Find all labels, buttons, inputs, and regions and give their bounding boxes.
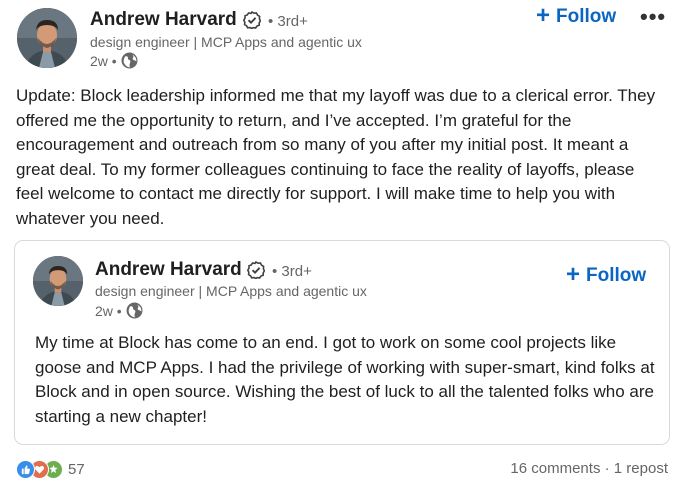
post-meta: 2w • <box>90 52 138 69</box>
reactions-summary[interactable]: 57 <box>16 459 85 479</box>
author-avatar[interactable] <box>17 8 77 68</box>
shared-author-name[interactable]: Andrew Harvard <box>95 259 242 281</box>
follow-label: Follow <box>556 6 617 27</box>
repost-count[interactable]: 1 repost <box>614 460 668 477</box>
feed-post: Andrew Harvard • 3rd+ design engineer | … <box>0 0 686 482</box>
shared-author-headline: design engineer | MCP Apps and agentic u… <box>95 283 367 299</box>
shared-connection-degree: • 3rd+ <box>272 263 312 280</box>
follow-button[interactable]: + Follow <box>536 2 617 29</box>
shared-post-time: 2w • <box>95 302 122 319</box>
globe-icon <box>126 302 143 319</box>
verified-icon <box>243 11 261 29</box>
connection-degree: • 3rd+ <box>268 13 308 30</box>
shared-post-card[interactable]: Andrew Harvard • 3rd+ design engineer | … <box>14 240 670 445</box>
post-time: 2w • <box>90 52 117 69</box>
author-name[interactable]: Andrew Harvard <box>90 9 237 31</box>
comments-count[interactable]: 16 comments <box>510 460 600 477</box>
author-headline: design engineer | MCP Apps and agentic u… <box>90 34 362 50</box>
shared-author-avatar[interactable] <box>33 256 83 306</box>
like-icon <box>16 459 35 479</box>
shared-follow-button[interactable]: + Follow <box>566 261 647 288</box>
globe-icon <box>121 52 138 69</box>
plus-icon: + <box>566 261 581 288</box>
post-stats: 16 comments · 1 repost <box>510 460 668 477</box>
post-body-text: Update: Block leadership informed me tha… <box>16 86 656 228</box>
stats-separator: · <box>600 460 614 477</box>
shared-post-text: My time at Block has come to an end. I g… <box>35 333 655 426</box>
follow-label: Follow <box>586 265 647 286</box>
plus-icon: + <box>536 2 551 29</box>
shared-post-meta: 2w • <box>95 302 143 319</box>
more-options-icon[interactable]: ••• <box>640 4 666 30</box>
verified-icon <box>247 261 265 279</box>
reaction-count: 57 <box>68 460 85 478</box>
